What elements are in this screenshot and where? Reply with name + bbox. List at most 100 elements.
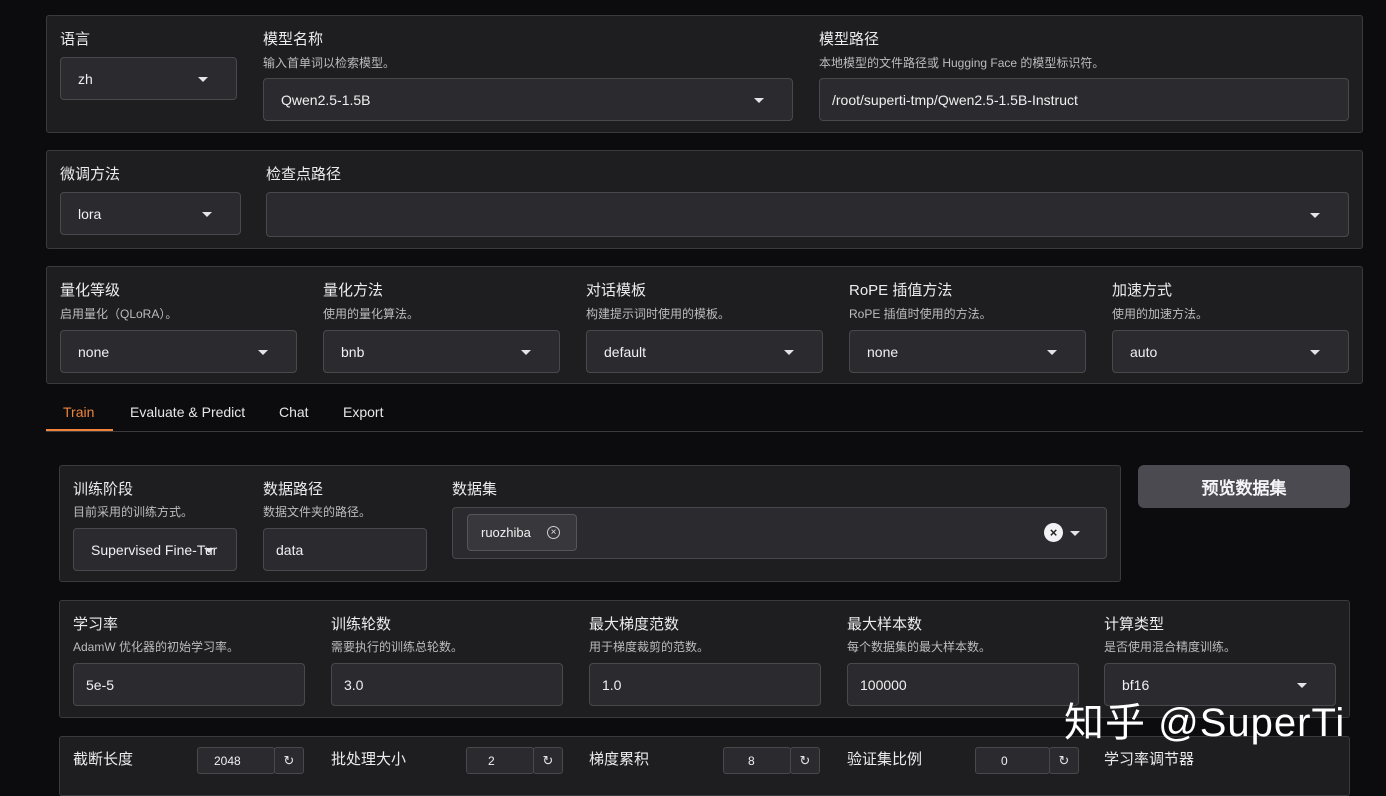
learning-rate-desc: AdamW 优化器的初始学习率。 — [73, 640, 240, 654]
finetune-method-dropdown[interactable]: lora — [60, 192, 241, 235]
max-grad-norm-desc: 用于梯度裁剪的范数。 — [589, 640, 710, 654]
model-path-label: 模型路径 — [819, 31, 880, 48]
stage-dropdown[interactable]: Supervised Fine-Tur — [73, 528, 237, 571]
max-samples-label: 最大样本数 — [847, 616, 923, 633]
chevron-down-icon — [784, 350, 794, 355]
zhihu-watermark: 知乎 @SuperTi — [1064, 701, 1346, 745]
dataset-dir-label: 数据路径 — [263, 481, 324, 498]
quant-bit-label: 量化等级 — [60, 282, 121, 299]
cutoff-len-label: 截断长度 — [73, 751, 134, 768]
template-label: 对话模板 — [586, 282, 647, 299]
chevron-down-icon — [258, 350, 268, 355]
booster-label: 加速方式 — [1112, 282, 1173, 299]
chevron-down-icon — [754, 98, 764, 103]
booster-desc: 使用的加速方法。 — [1112, 307, 1209, 321]
chevron-down-icon — [521, 350, 531, 355]
preview-dataset-button[interactable]: 预览数据集 — [1138, 465, 1350, 508]
rope-dropdown[interactable]: none — [849, 330, 1086, 373]
grad-accum-value: 8 — [748, 753, 755, 768]
rope-label: RoPE 插值方法 — [849, 282, 953, 299]
chevron-down-icon — [1047, 350, 1057, 355]
chevron-down-icon — [1297, 683, 1307, 688]
tab-export[interactable]: Export — [343, 404, 383, 420]
finetune-method-label: 微调方法 — [60, 166, 121, 183]
cutoff-len-input[interactable]: 2048 — [197, 747, 275, 774]
dataset-chip-label: ruozhiba — [481, 525, 531, 540]
dataset-label: 数据集 — [452, 481, 498, 498]
chevron-down-icon — [202, 212, 212, 217]
model-path-input[interactable]: /root/superti-tmp/Qwen2.5-1.5B-Instruct — [819, 78, 1349, 121]
max-grad-norm-input[interactable]: 1.0 — [589, 663, 821, 706]
learning-rate-input[interactable]: 5e-5 — [73, 663, 305, 706]
tab-evaluate-predict[interactable]: Evaluate & Predict — [130, 404, 245, 420]
chevron-down-icon — [198, 77, 208, 82]
template-desc: 构建提示词时使用的模板。 — [586, 307, 731, 321]
chevron-down-icon — [204, 548, 214, 553]
reset-icon[interactable]: ↻ — [1049, 747, 1079, 774]
dataset-dir-input[interactable]: data — [263, 528, 427, 571]
checkpoint-label: 检查点路径 — [266, 166, 342, 183]
chip-remove-icon[interactable]: × — [547, 526, 560, 539]
batch-size-label: 批处理大小 — [331, 751, 407, 768]
epochs-input[interactable]: 3.0 — [331, 663, 563, 706]
grad-accum-input[interactable]: 8 — [723, 747, 791, 774]
model-name-value: Qwen2.5-1.5B — [281, 91, 371, 108]
tab-train-underline — [46, 429, 113, 431]
tab-train[interactable]: Train — [63, 404, 94, 420]
model-path-value: /root/superti-tmp/Qwen2.5-1.5B-Instruct — [832, 91, 1078, 108]
learning-rate-label: 学习率 — [73, 616, 119, 633]
dataset-dir-value: data — [276, 541, 304, 558]
batch-size-input[interactable]: 2 — [466, 747, 534, 774]
chevron-down-icon[interactable] — [1070, 531, 1080, 536]
compute-type-label: 计算类型 — [1104, 616, 1165, 633]
val-size-input[interactable]: 0 — [975, 747, 1050, 774]
rope-desc: RoPE 插值时使用的方法。 — [849, 307, 992, 321]
template-value: default — [604, 343, 647, 360]
max-grad-norm-value: 1.0 — [602, 676, 622, 693]
model-name-label: 模型名称 — [263, 31, 324, 48]
template-dropdown[interactable]: default — [586, 330, 823, 373]
stage-label: 训练阶段 — [73, 481, 134, 498]
tab-chat[interactable]: Chat — [279, 404, 309, 420]
max-samples-value: 100000 — [860, 676, 907, 693]
language-value: zh — [78, 70, 93, 87]
stage-value: Supervised Fine-Tur — [91, 541, 218, 558]
quant-method-dropdown[interactable]: bnb — [323, 330, 560, 373]
language-dropdown[interactable]: zh — [60, 57, 237, 100]
compute-type-desc: 是否使用混合精度训练。 — [1104, 640, 1237, 654]
cutoff-len-value: 2048 — [214, 753, 241, 768]
max-samples-desc: 每个数据集的最大样本数。 — [847, 640, 992, 654]
reset-icon[interactable]: ↻ — [790, 747, 820, 774]
val-size-value: 0 — [1001, 753, 1008, 768]
clear-selection-icon[interactable]: × — [1044, 523, 1063, 542]
booster-value: auto — [1130, 343, 1158, 360]
finetune-method-value: lora — [78, 205, 102, 222]
epochs-desc: 需要执行的训练总轮数。 — [331, 640, 464, 654]
max-grad-norm-label: 最大梯度范数 — [589, 616, 680, 633]
lr-scheduler-label: 学习率调节器 — [1104, 751, 1195, 768]
stage-desc: 目前采用的训练方式。 — [73, 505, 194, 519]
dataset-chip[interactable]: ruozhiba — [467, 514, 577, 551]
epochs-value: 3.0 — [344, 676, 364, 693]
tab-bar-divider — [46, 431, 1363, 432]
model-path-desc: 本地模型的文件路径或 Hugging Face 的模型标识符。 — [819, 56, 1105, 70]
model-name-desc: 输入首单词以检索模型。 — [263, 56, 396, 70]
quant-method-value: bnb — [341, 343, 365, 360]
grad-accum-label: 梯度累积 — [589, 751, 650, 768]
quant-method-desc: 使用的量化算法。 — [323, 307, 420, 321]
quant-method-label: 量化方法 — [323, 282, 384, 299]
dataset-dir-desc: 数据文件夹的路径。 — [263, 505, 372, 519]
model-name-dropdown[interactable]: Qwen2.5-1.5B — [263, 78, 793, 121]
checkpoint-dropdown[interactable] — [266, 192, 1349, 237]
reset-icon[interactable]: ↻ — [274, 747, 304, 774]
max-samples-input[interactable]: 100000 — [847, 663, 1079, 706]
booster-dropdown[interactable]: auto — [1112, 330, 1349, 373]
quant-bit-value: none — [78, 343, 110, 360]
chevron-down-icon — [1310, 213, 1320, 218]
val-size-label: 验证集比例 — [847, 751, 923, 768]
rope-value: none — [867, 343, 899, 360]
quant-bit-dropdown[interactable]: none — [60, 330, 297, 373]
reset-icon[interactable]: ↻ — [533, 747, 563, 774]
language-label: 语言 — [60, 31, 91, 48]
batch-size-value: 2 — [488, 753, 495, 768]
